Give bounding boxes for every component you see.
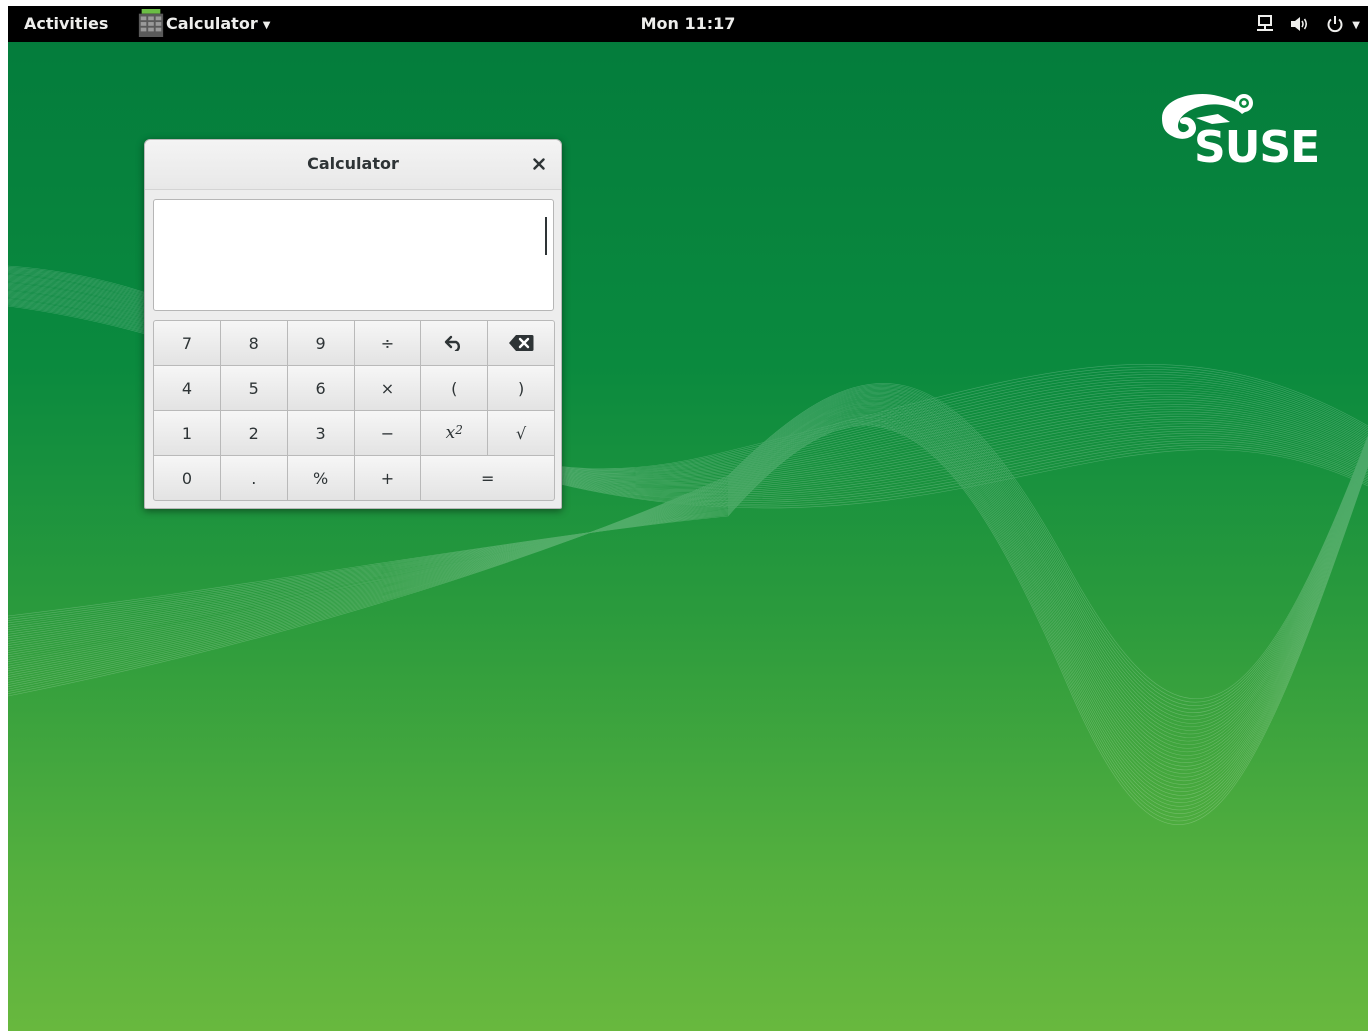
text-caret (545, 217, 547, 255)
undo-icon (445, 335, 461, 351)
app-menu-button[interactable]: Calculator ▼ (138, 6, 270, 42)
chevron-down-icon: ▼ (1352, 19, 1360, 31)
chevron-down-icon: ▼ (262, 19, 271, 31)
key-1[interactable]: 1 (153, 410, 221, 456)
backspace-icon (509, 335, 534, 351)
clock-button[interactable]: Mon 11:17 (641, 14, 736, 33)
key-percent[interactable]: % (286, 455, 355, 501)
key-square-exponent: 2 (455, 423, 463, 437)
suse-logo: SUSE . (1162, 94, 1320, 172)
calculator-keypad: 7 8 9 ÷ 4 5 6 × ( ) 1 2 3 − x 2 √ 0 . % … (153, 320, 555, 501)
activities-button[interactable]: Activities (24, 6, 108, 42)
key-0[interactable]: 0 (153, 455, 221, 501)
calculator-display-input[interactable] (153, 199, 554, 311)
key-subtract[interactable]: − (353, 410, 422, 456)
close-icon (533, 158, 545, 170)
volume-icon (1291, 17, 1308, 31)
network-wired-icon (1257, 15, 1274, 31)
key-divide[interactable]: ÷ (353, 320, 422, 366)
key-5[interactable]: 5 (219, 365, 288, 411)
key-multiply[interactable]: × (353, 365, 422, 411)
svg-text:.: . (1312, 154, 1315, 165)
key-6[interactable]: 6 (286, 365, 355, 411)
app-menu-label: Calculator (166, 14, 258, 33)
key-add[interactable]: + (353, 455, 422, 501)
key-4[interactable]: 4 (153, 365, 221, 411)
key-8[interactable]: 8 (219, 320, 288, 366)
key-9[interactable]: 9 (286, 320, 355, 366)
key-square[interactable]: x2 (420, 410, 489, 456)
key-open-paren[interactable]: ( (420, 365, 489, 411)
key-3[interactable]: 3 (286, 410, 355, 456)
key-sqrt[interactable]: √ (487, 410, 555, 456)
undo-button[interactable] (420, 320, 489, 366)
key-2[interactable]: 2 (219, 410, 288, 456)
svg-text:SUSE: SUSE (1194, 122, 1319, 172)
close-button[interactable] (527, 152, 551, 176)
key-equals[interactable]: = (420, 455, 555, 501)
desktop: SUSE . Activities Calculator ▼ Mon 11:17 (8, 6, 1368, 1031)
key-decimal-point[interactable]: . (219, 455, 288, 501)
calculator-titlebar[interactable]: Calculator (145, 140, 561, 190)
calculator-app-icon (138, 9, 164, 37)
power-icon (1327, 16, 1343, 33)
key-7[interactable]: 7 (153, 320, 221, 366)
key-close-paren[interactable]: ) (487, 365, 555, 411)
top-bar: Activities Calculator ▼ Mon 11:17 ▼ (8, 6, 1368, 42)
key-square-base: x (445, 423, 456, 443)
window-title: Calculator (307, 154, 399, 173)
calculator-window: Calculator 7 8 9 ÷ 4 5 6 × () 1 2 3 − x… (144, 139, 562, 509)
system-status-menu[interactable]: ▼ (1256, 6, 1360, 42)
backspace-button[interactable] (487, 320, 555, 366)
